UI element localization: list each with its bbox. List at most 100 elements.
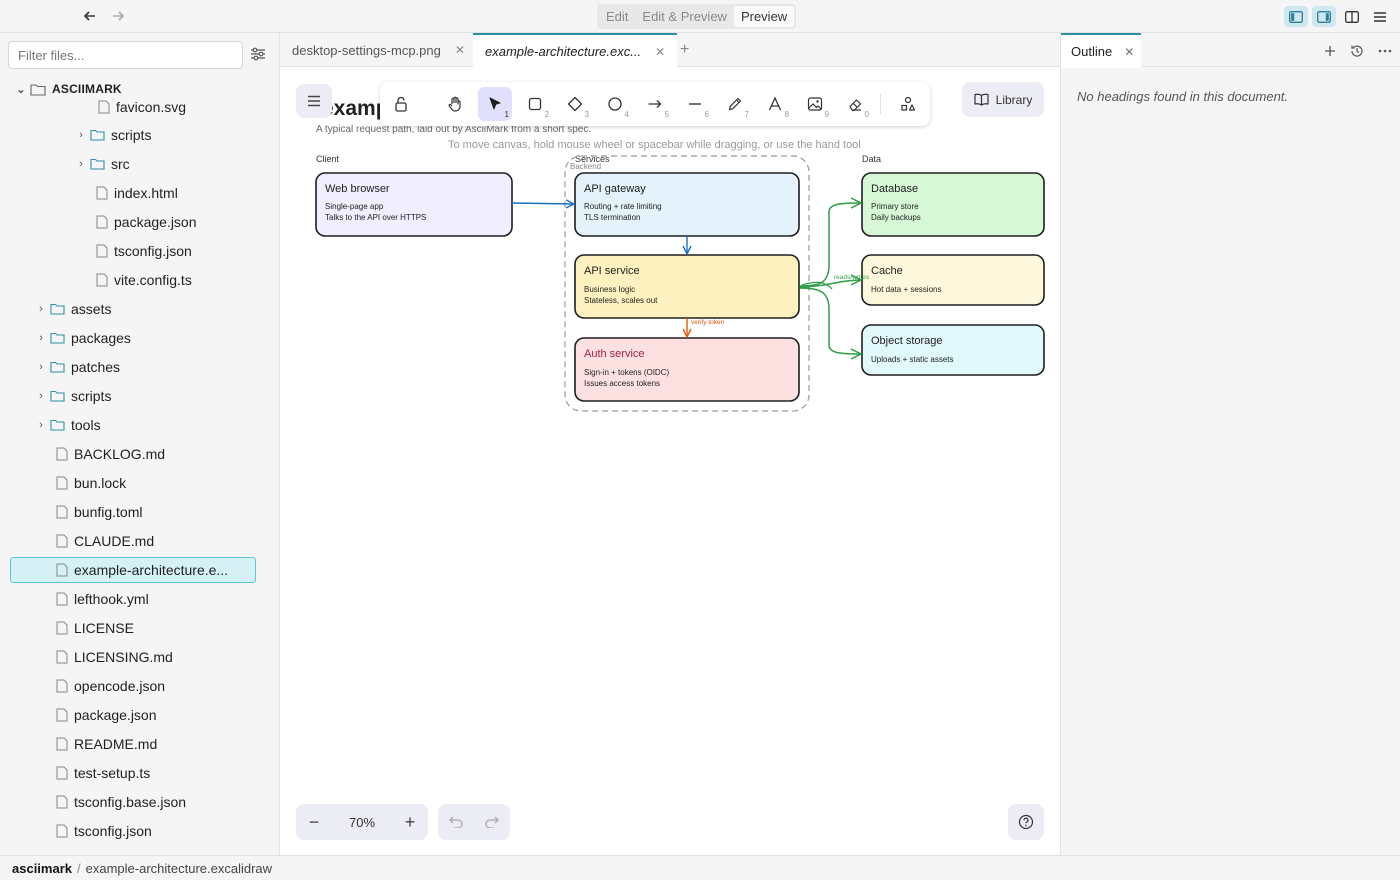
close-icon[interactable]: ✕ [1124,45,1134,59]
tab-label: example-architecture.exc... [485,44,642,59]
excalidraw-canvas[interactable]: exampl A typical request path, laid out … [280,67,1060,855]
file-icon [56,534,68,548]
tree-folder[interactable]: › scripts [74,122,151,148]
node-auth-service[interactable]: Auth service Sign-in + tokens (OIDC) Iss… [574,337,800,402]
tree-file-selected[interactable]: example-architecture.e... [10,557,256,583]
tree-file[interactable]: package.json [54,702,157,728]
back-icon[interactable] [80,6,100,26]
outline-panel: Outline ✕ No headings found in this docu… [1060,33,1400,855]
node-title: Web browser [325,183,390,195]
filter-files-input[interactable] [8,41,243,69]
more-options-icon[interactable] [1375,41,1395,61]
tree-label: tools [71,417,101,433]
workspace-name[interactable]: asciimark [12,861,72,876]
tree-file[interactable]: opencode.json [54,673,165,699]
tree-file[interactable]: tsconfig.json [94,238,192,264]
add-panel-icon[interactable] [1320,41,1340,61]
node-api-gateway[interactable]: API gateway Routing + rate limiting TLS … [574,172,800,237]
new-tab-icon[interactable]: + [680,41,689,59]
tree-file[interactable]: LICENSE [54,615,134,641]
node-title: API service [584,265,640,277]
tree-file[interactable]: index.html [94,180,178,206]
tree-folder[interactable]: › assets [34,296,111,322]
tree-file[interactable]: bun.lock [54,470,126,496]
tree-label: opencode.json [74,678,166,694]
split-view-icon[interactable] [1340,6,1364,27]
tree-file[interactable]: bunfig.toml [54,499,142,525]
zoom-in-button[interactable]: + [392,804,428,840]
node-database[interactable]: Database Primary store Daily backups [861,172,1045,237]
forward-icon[interactable] [108,6,128,26]
node-api-service[interactable]: API service Business logic Stateless, sc… [574,254,800,319]
node-cache[interactable]: Cache Hot data + sessions [861,254,1045,306]
node-box [861,254,1045,306]
tree-label: test-setup.ts [74,765,151,781]
toggle-right-sidebar-icon[interactable] [1312,6,1336,27]
tab-desktop-settings[interactable]: desktop-settings-mcp.png ✕ [280,33,477,67]
mode-preview-button[interactable]: Preview [733,6,795,27]
toggle-left-sidebar-icon[interactable] [1284,6,1308,27]
tree-label: bun.lock [74,475,127,491]
tree-label: tsconfig.json [74,823,152,839]
tree-file[interactable]: vite.config.ts [94,267,192,293]
file-explorer: ⌄ ASCIIMARK favicon.svg › scripts › src … [0,33,280,855]
zoom-out-button[interactable]: − [296,804,332,840]
group-label-client: Client [316,154,340,164]
outline-tab-bar: Outline ✕ [1061,33,1400,68]
file-icon [56,650,68,664]
node-web-browser[interactable]: Web browser Single-page app Talks to the… [315,172,513,237]
filter-options-icon[interactable] [250,47,266,64]
undo-button[interactable] [438,804,474,840]
folder-icon [50,419,65,431]
tree-folder[interactable]: › src [74,151,130,177]
tree-file[interactable]: CLAUDE.md [54,528,154,554]
redo-button[interactable] [474,804,510,840]
mode-edit-preview-button[interactable]: Edit & Preview [635,6,734,27]
tree-label: CLAUDE.md [74,533,155,549]
node-line: Talks to the API over HTTPS [325,213,426,222]
zoom-level[interactable]: 70% [332,804,392,840]
node-title: Auth service [584,348,645,360]
chevron-right-icon: › [79,129,83,141]
file-icon [56,621,68,635]
tree-file[interactable]: LICENSING.md [54,644,173,670]
mode-edit-button[interactable]: Edit [599,6,635,27]
file-icon [56,505,68,519]
outline-tab-label: Outline [1071,44,1113,59]
file-icon [96,244,108,258]
tree-file[interactable]: tsconfig.base.json [54,789,186,815]
tab-outline[interactable]: Outline ✕ [1061,33,1141,68]
history-icon[interactable] [1347,41,1367,61]
breadcrumb-file[interactable]: example-architecture.excalidraw [86,861,272,876]
tree-label: LICENSING.md [74,649,173,665]
undo-icon [449,816,463,828]
tree-file[interactable]: README.md [54,731,157,757]
menu-icon[interactable] [1368,6,1392,27]
node-object-storage[interactable]: Object storage Uploads + static assets [861,324,1045,376]
tab-example-architecture[interactable]: example-architecture.exc... ✕ [473,33,678,68]
tree-file[interactable]: tsconfig.json [54,818,152,844]
node-line: Hot data + sessions [871,285,941,294]
edge-browser-to-gateway[interactable] [511,203,573,204]
file-icon [56,592,68,606]
tree-folder[interactable]: › scripts [34,383,111,409]
tree-file[interactable]: package.json [94,209,197,235]
tree-label: vite.config.ts [114,272,192,288]
tree-folder[interactable]: › patches [34,354,120,380]
chevron-right-icon: › [39,390,43,402]
tree-file[interactable]: lefthook.yml [54,586,149,612]
help-icon [1018,814,1034,830]
help-button[interactable] [1008,804,1044,840]
chevron-right-icon: › [39,332,43,344]
close-icon[interactable]: ✕ [455,43,465,57]
tree-folder[interactable]: › tools [34,412,101,438]
tree-folder[interactable]: › packages [34,325,131,351]
edge-label-verify: verify token [691,319,725,326]
node-line: Issues access tokens [584,379,660,388]
tree-file[interactable]: BACKLOG.md [54,441,165,467]
tree-file[interactable]: favicon.svg [96,94,186,120]
close-icon[interactable]: ✕ [655,45,665,59]
tree-file[interactable]: test-setup.ts [54,760,150,786]
node-title: Cache [871,265,903,277]
tree-label: scripts [111,127,152,143]
